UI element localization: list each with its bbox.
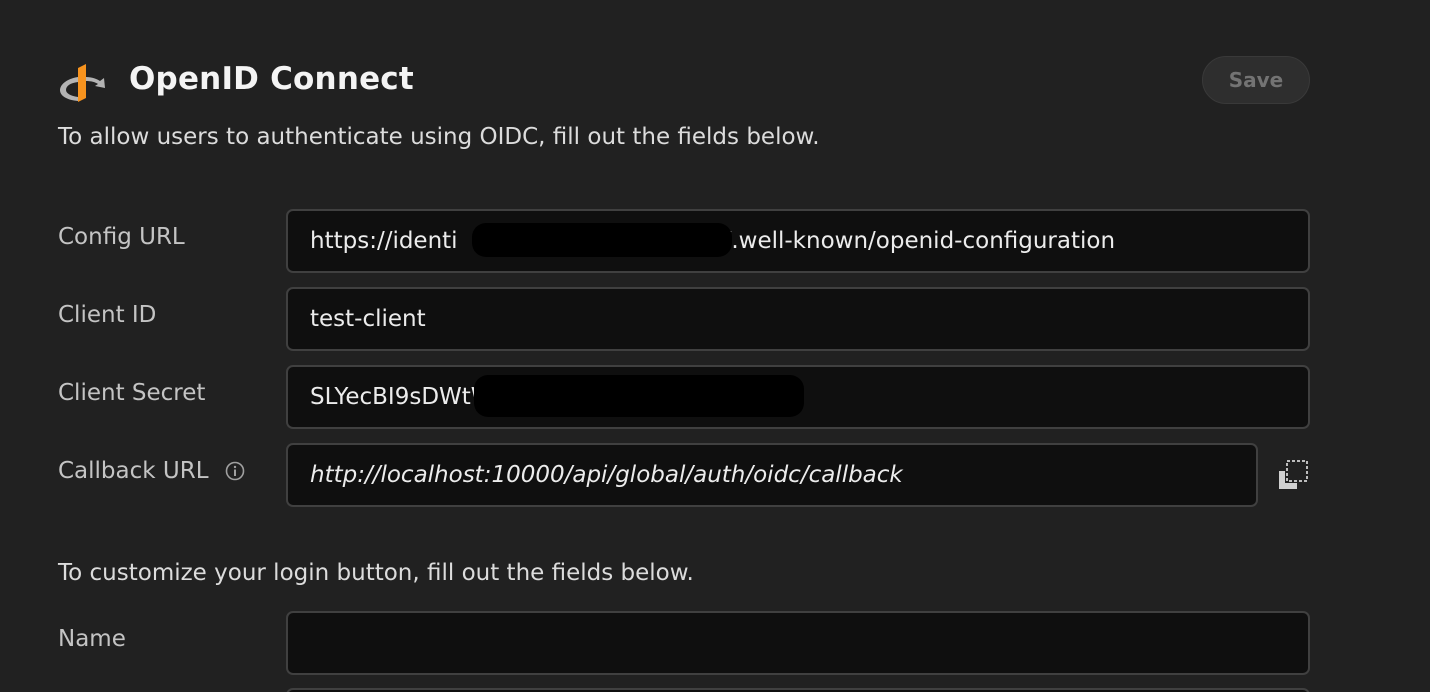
openid-logo-icon (60, 64, 105, 102)
client-secret-input[interactable]: SLYecBI9sDWtWc2 (286, 365, 1310, 429)
redaction-mark (474, 375, 804, 417)
redaction-mark (472, 223, 732, 257)
client-secret-row: Client Secret SLYecBI9sDWtWc2 (58, 365, 1310, 429)
customize-text: To customize your login button, fill out… (58, 560, 694, 586)
copy-icon[interactable] (1277, 459, 1309, 491)
callback-url-label-group: Callback URL (58, 458, 245, 484)
next-field-input[interactable] (286, 688, 1310, 692)
config-url-row: Config URL https://identi /.well-known/o… (58, 209, 1310, 273)
callback-url-label: Callback URL (58, 458, 209, 484)
header: OpenID Connect Save (58, 56, 1310, 106)
config-url-label: Config URL (58, 224, 185, 250)
client-id-value: test-client (310, 306, 426, 332)
next-row-partial (58, 688, 1310, 692)
save-button[interactable]: Save (1202, 56, 1310, 104)
info-icon[interactable] (225, 461, 245, 481)
callback-url-row: Callback URL http://localhost:10000/api/… (58, 443, 1310, 507)
name-label: Name (58, 626, 126, 652)
client-id-input[interactable]: test-client (286, 287, 1310, 351)
intro-text: To allow users to authenticate using OID… (58, 124, 820, 150)
callback-url-input: http://localhost:10000/api/global/auth/o… (286, 443, 1258, 507)
callback-url-value: http://localhost:10000/api/global/auth/o… (310, 462, 903, 488)
config-url-input[interactable]: https://identi /.well-known/openid-confi… (286, 209, 1310, 273)
name-row: Name (58, 611, 1310, 675)
client-id-label: Client ID (58, 302, 157, 328)
page-title: OpenID Connect (129, 61, 414, 97)
config-url-value-start: https://identi (310, 228, 458, 254)
client-id-row: Client ID test-client (58, 287, 1310, 351)
client-secret-label: Client Secret (58, 380, 206, 406)
name-input[interactable] (286, 611, 1310, 675)
config-url-value-end: /.well-known/openid-configuration (723, 228, 1116, 254)
oidc-settings-page: OpenID Connect Save To allow users to au… (0, 0, 1430, 692)
